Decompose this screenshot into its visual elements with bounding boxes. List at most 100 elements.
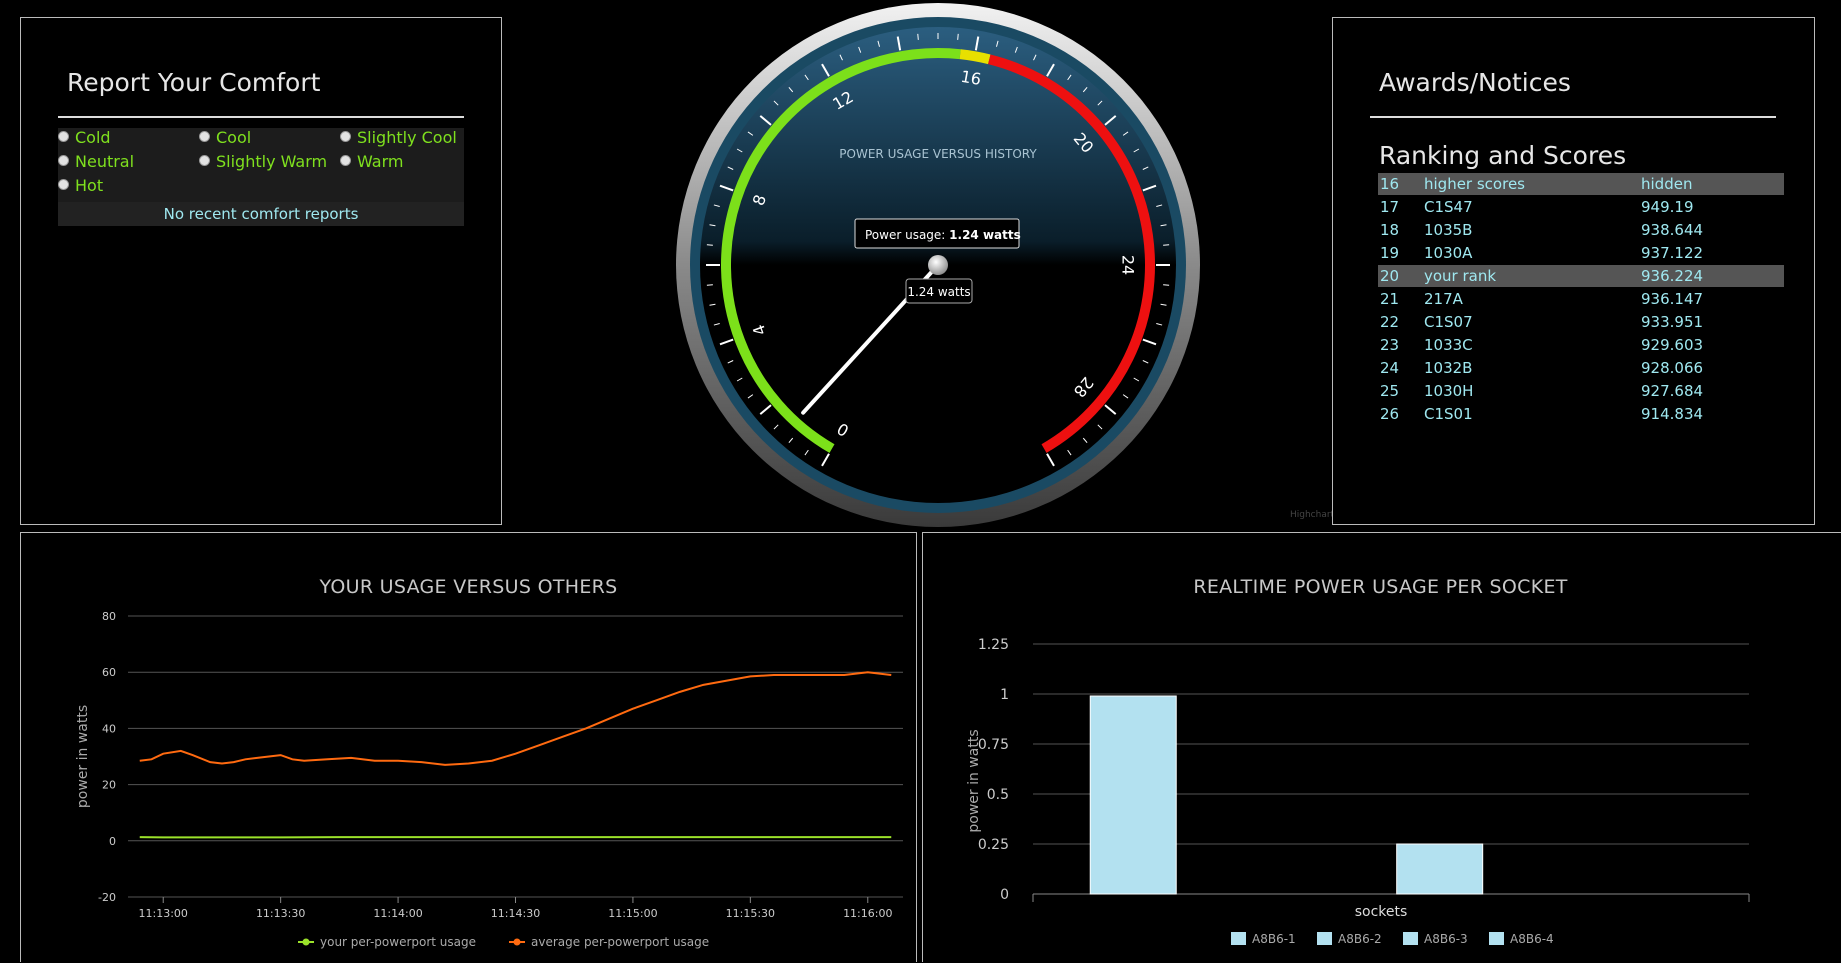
radio-icon[interactable] [58, 131, 69, 142]
awards-title: Awards/Notices [1379, 68, 1571, 97]
comfort-divider [58, 116, 464, 118]
svg-text:Power usage: 1.24 watts: Power usage: 1.24 watts [865, 228, 1021, 242]
legend-label: A8B6-3 [1424, 932, 1468, 946]
legend-swatch [1489, 932, 1504, 945]
radio-icon[interactable] [58, 155, 69, 166]
comfort-title: Report Your Comfort [67, 68, 320, 97]
rank-number: 19 [1380, 242, 1399, 264]
legend-item[interactable]: A8B6-2 [1317, 932, 1382, 946]
gauge-tooltip: Power usage: 1.24 watts [855, 219, 1021, 248]
tooltip-value: 1.24 watts [949, 228, 1021, 242]
legend-swatch [1231, 932, 1246, 945]
comfort-panel: Report Your Comfort Cold Cool Slightly C… [20, 17, 502, 525]
y-axis-label: power in watts [966, 729, 982, 832]
y-tick-label: 1.25 [978, 637, 1009, 653]
radio-icon[interactable] [340, 155, 351, 166]
y-tick-label: 80 [102, 610, 116, 623]
rank-score: 929.603 [1641, 334, 1703, 356]
legend-label: your per-powerport usage [320, 935, 476, 949]
rank-name: 1030A [1424, 242, 1472, 264]
y-tick-label: 0.5 [987, 787, 1009, 803]
y-axis-label: power in watts [75, 705, 91, 808]
usage-line-chart: -2002040608011:13:0011:13:3011:14:0011:1… [21, 533, 918, 963]
rank-name: C1S01 [1424, 403, 1473, 425]
gauge-minor-tick [918, 34, 919, 40]
legend-item[interactable]: A8B6-4 [1489, 932, 1554, 946]
x-tick-label: 11:13:00 [139, 907, 188, 920]
rank-number: 22 [1380, 311, 1399, 333]
comfort-option-slightly-warm[interactable]: Slightly Warm [199, 152, 327, 171]
rank-name: 1035B [1424, 219, 1472, 241]
legend-label: A8B6-4 [1510, 932, 1554, 946]
ranking-row: 21 217A 936.147 [1378, 288, 1784, 310]
rank-score: 949.19 [1641, 196, 1694, 218]
comfort-option-neutral[interactable]: Neutral [58, 152, 134, 171]
rank-score: 928.066 [1641, 357, 1703, 379]
ranking-row: 181035B938.644 [1378, 219, 1784, 241]
rank-name: C1S07 [1424, 311, 1473, 333]
comfort-option-slightly-cool[interactable]: Slightly Cool [340, 128, 457, 147]
x-tick-label: 11:15:00 [608, 907, 657, 920]
y-tick-label: 40 [102, 722, 116, 735]
rank-score: 936.224 [1641, 265, 1703, 287]
y-tick-label: 20 [102, 779, 116, 792]
gauge-minor-tick [1163, 245, 1169, 246]
legend-item[interactable]: A8B6-1 [1231, 932, 1296, 946]
rank-score: 936.147 [1641, 288, 1703, 310]
awards-divider [1370, 116, 1776, 118]
comfort-option-warm[interactable]: Warm [340, 152, 403, 171]
ranking-title: Ranking and Scores [1379, 141, 1626, 170]
rank-number: 18 [1380, 219, 1399, 241]
comfort-option-hot[interactable]: Hot [58, 176, 103, 195]
x-axis-label: sockets [1355, 904, 1408, 920]
ranking-row: 20your rank936.224 [1378, 265, 1784, 287]
bar-A8B6-1[interactable] [1090, 696, 1176, 894]
ranking-row: 17C1S47949.19 [1378, 196, 1784, 218]
legend-swatch [1403, 932, 1418, 945]
ranking-row: 16higher scoreshidden [1378, 173, 1784, 195]
radio-icon[interactable] [58, 179, 69, 190]
rank-score: 914.834 [1641, 403, 1703, 425]
ranking-row: 191030A937.122 [1378, 242, 1784, 264]
radio-icon[interactable] [199, 131, 210, 142]
no-reports-message: No recent comfort reports [58, 202, 464, 226]
gauge-pivot [928, 255, 948, 275]
y-tick-label: 0.75 [978, 737, 1009, 753]
ranking-row: 241032B928.066 [1378, 357, 1784, 379]
gauge-tick-label: 24 [1119, 255, 1138, 275]
tooltip-label: Power usage: [865, 228, 949, 242]
x-tick-label: 11:14:00 [373, 907, 422, 920]
rank-number: 26 [1380, 403, 1399, 425]
comfort-option-cool[interactable]: Cool [199, 128, 251, 147]
gauge-band-yellow [960, 54, 989, 59]
rank-name: 1030H [1424, 380, 1473, 402]
legend-label: A8B6-1 [1252, 932, 1296, 946]
series-line [140, 672, 892, 765]
gauge-data-label: 1.24 watts [906, 279, 972, 303]
bar-A8B6-3[interactable] [1397, 844, 1483, 894]
rank-number: 20 [1380, 265, 1399, 287]
rank-name: 217A [1424, 288, 1463, 310]
rank-score: hidden [1641, 173, 1692, 195]
gauge-tick-label: 16 [959, 67, 982, 89]
rank-number: 21 [1380, 288, 1399, 310]
ranking-row: 25 1030H 927.684 [1378, 380, 1784, 402]
comfort-option-cold[interactable]: Cold [58, 128, 111, 147]
rank-number: 16 [1380, 173, 1399, 195]
ranking-row: 26 C1S01 914.834 [1378, 403, 1784, 425]
rank-name: 1032B [1424, 357, 1472, 379]
rank-score: 927.684 [1641, 380, 1703, 402]
radio-icon[interactable] [199, 155, 210, 166]
legend-marker [303, 939, 310, 946]
rank-name: C1S47 [1424, 196, 1473, 218]
gauge-value-label: 1.24 watts [907, 285, 970, 299]
legend-item[interactable]: average per-powerport usage [509, 935, 709, 949]
ranking-row: 22C1S07933.951 [1378, 311, 1784, 333]
legend-item[interactable]: your per-powerport usage [298, 935, 476, 949]
rank-number: 25 [1380, 380, 1399, 402]
y-tick-label: 0 [1000, 887, 1009, 903]
radio-icon[interactable] [340, 131, 351, 142]
legend-item[interactable]: A8B6-3 [1403, 932, 1468, 946]
legend-marker [514, 939, 521, 946]
y-tick-label: 60 [102, 666, 116, 679]
